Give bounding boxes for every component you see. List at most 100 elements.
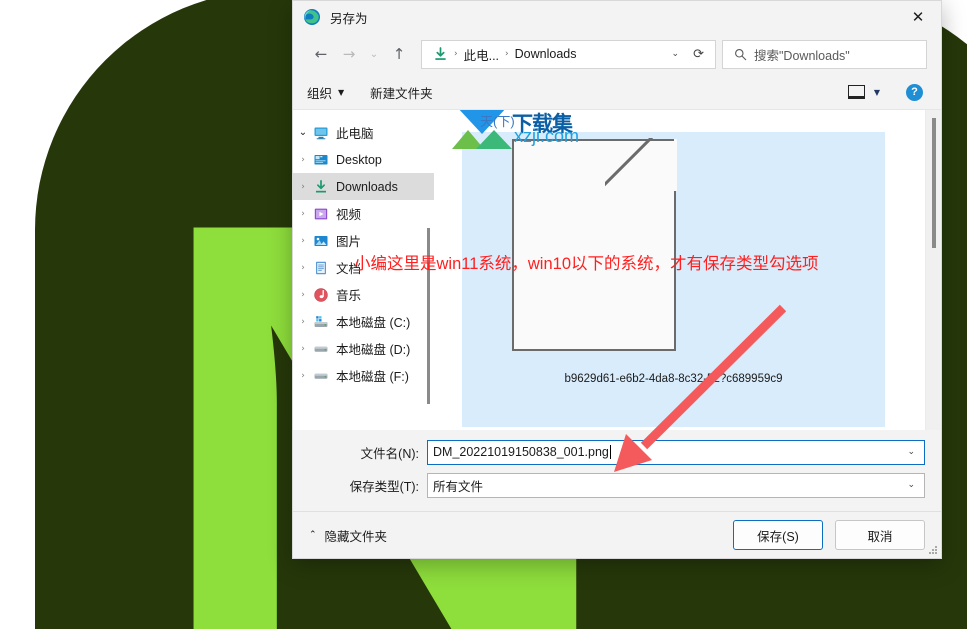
chevron-down-icon[interactable]: ⌄ — [898, 480, 924, 490]
save-button[interactable]: 保存(S) — [733, 520, 823, 550]
chevron-down-icon[interactable]: ⌄ — [663, 49, 689, 59]
close-icon[interactable]: ✕ — [895, 1, 941, 33]
chevron-right-icon[interactable]: › — [293, 182, 313, 192]
filename-value: DM_20221019150838_001.png — [433, 445, 611, 459]
tree-item-desktop[interactable]: › Desktop — [293, 146, 434, 173]
save-as-dialog: 另存为 ✕ ← → ⌄ ↑ › 此电... › Downloads ⌄ ⟳ 搜索… — [292, 0, 942, 559]
cancel-button[interactable]: 取消 — [835, 520, 925, 550]
tree-item-drive-c[interactable]: › 本地磁盘 (C:) — [293, 308, 434, 335]
dialog-title: 另存为 — [330, 11, 368, 26]
back-icon[interactable]: ← — [307, 40, 335, 68]
search-placeholder: 搜索"Downloads" — [754, 48, 850, 63]
watermark-prefix: 天(下) — [480, 114, 515, 129]
dialog-navbar: ← → ⌄ ↑ › 此电... › Downloads ⌄ ⟳ 搜索"Downl… — [293, 33, 941, 75]
tree-item-label: 本地磁盘 (F:) — [336, 370, 409, 384]
downloads-icon — [313, 179, 329, 195]
chevron-down-icon[interactable]: ▼ — [874, 88, 880, 97]
tree-item-label: 本地磁盘 (C:) — [336, 316, 411, 330]
file-name-label: b9629d61-e6b2-4da8-8c32-52?c689959c9 — [564, 373, 783, 385]
filename-label: 文件名(N): — [360, 446, 419, 461]
dialog-titlebar: 另存为 ✕ — [293, 1, 941, 33]
computer-icon — [313, 125, 329, 141]
resize-grip[interactable] — [929, 546, 938, 555]
recent-locations-icon[interactable]: ⌄ — [363, 40, 385, 68]
view-mode-icon[interactable] — [847, 85, 865, 99]
filetype-row: 保存类型(T): 所有文件 ⌄ — [293, 472, 941, 498]
organize-label: 组织 — [307, 86, 333, 101]
tree-item-label: 文档 — [336, 262, 362, 276]
generic-file-icon[interactable] — [512, 138, 677, 351]
desktop-icon — [313, 152, 329, 168]
chevron-right-icon[interactable]: › — [293, 371, 313, 381]
file-list-scrollbar-thumb[interactable] — [932, 118, 936, 248]
refresh-icon[interactable]: ⟳ — [688, 47, 709, 62]
chevron-up-icon: ⌃ — [309, 530, 317, 540]
pictures-icon — [313, 233, 329, 249]
search-icon — [734, 48, 747, 61]
new-folder-label: 新建文件夹 — [370, 86, 433, 101]
drive-icon — [313, 368, 329, 384]
dialog-commandbar: 组织 ▼ 新建文件夹 ▼ ? — [293, 75, 941, 109]
tree-item-drive-f[interactable]: › 本地磁盘 (F:) — [293, 362, 434, 389]
tree-item-label: 视频 — [336, 208, 362, 222]
chevron-right-icon[interactable]: › — [293, 209, 313, 219]
tree-item-drive-d[interactable]: › 本地磁盘 (D:) — [293, 335, 434, 362]
music-icon — [313, 287, 329, 303]
drive-icon — [313, 341, 329, 357]
documents-icon — [313, 260, 329, 276]
tree-item-label: 音乐 — [336, 289, 362, 303]
text-caret — [609, 445, 611, 459]
tree-item-downloads[interactable]: › Downloads — [293, 173, 434, 200]
tree-item-label: 本地磁盘 (D:) — [336, 343, 411, 357]
filetype-select[interactable]: 所有文件 ⌄ — [427, 472, 925, 498]
tree-item-documents[interactable]: › 文档 — [293, 254, 434, 281]
system-drive-icon — [313, 314, 329, 330]
dialog-content: ⌄ 此电脑 › Desktop › Downloads › 视频 › 图片 › … — [293, 109, 941, 430]
breadcrumb-item-downloads[interactable]: Downloads — [511, 47, 581, 61]
tree-item-label: 图片 — [336, 235, 362, 249]
new-folder-button[interactable]: 新建文件夹 — [370, 83, 433, 102]
help-icon[interactable]: ? — [906, 83, 923, 101]
watermark-logo: 天(下) 下载集 xzji.com — [450, 110, 720, 154]
chevron-down-icon: ▼ — [338, 87, 345, 97]
hide-folders-button[interactable]: ⌃ 隐藏文件夹 — [309, 526, 387, 545]
filename-row: 文件名(N): DM_20221019150838_001.png ⌄ — [293, 439, 941, 465]
chevron-down-icon[interactable]: ⌄ — [898, 447, 924, 457]
dialog-footer: ⌃ 隐藏文件夹 保存(S) 取消 — [293, 511, 941, 558]
search-box[interactable]: 搜索"Downloads" — [722, 39, 927, 69]
organize-button[interactable]: 组织 ▼ — [307, 83, 344, 102]
chevron-right-icon[interactable]: › — [293, 236, 313, 246]
address-bar[interactable]: › 此电... › Downloads ⌄ ⟳ — [421, 39, 716, 69]
dialog-form: 文件名(N): DM_20221019150838_001.png ⌄ 保存类型… — [293, 430, 941, 511]
tree-item-this-pc[interactable]: ⌄ 此电脑 — [293, 119, 434, 146]
edge-browser-icon — [303, 8, 321, 26]
videos-icon — [313, 206, 329, 222]
up-icon[interactable]: ↑ — [385, 40, 413, 68]
chevron-right-icon[interactable]: › — [293, 317, 313, 327]
tree-item-pictures[interactable]: › 图片 — [293, 227, 434, 254]
filetype-label: 保存类型(T): — [349, 479, 419, 494]
tree-item-music[interactable]: › 音乐 — [293, 281, 434, 308]
watermark-line2: xzji.com — [514, 126, 580, 146]
tree-item-label: Downloads — [336, 179, 398, 194]
tree-item-videos[interactable]: › 视频 — [293, 200, 434, 227]
tree-item-label: 此电脑 — [336, 127, 374, 141]
downloads-green-icon — [432, 46, 449, 63]
tree-item-label: Desktop — [336, 152, 382, 167]
hide-folders-label: 隐藏文件夹 — [324, 529, 388, 544]
chevron-right-icon[interactable]: › — [293, 155, 313, 165]
chevron-right-icon[interactable]: › — [293, 263, 313, 273]
filename-input[interactable]: DM_20221019150838_001.png ⌄ — [427, 439, 925, 465]
file-list[interactable]: b9629d61-e6b2-4da8-8c32-52?c689959c9 天(下… — [434, 110, 941, 430]
chevron-right-icon[interactable]: › — [293, 344, 313, 354]
breadcrumb-separator: › — [454, 49, 458, 59]
navigation-tree[interactable]: ⌄ 此电脑 › Desktop › Downloads › 视频 › 图片 › … — [293, 110, 434, 430]
chevron-down-icon[interactable]: ⌄ — [293, 127, 313, 138]
filetype-value: 所有文件 — [433, 479, 484, 494]
forward-icon[interactable]: → — [335, 40, 363, 68]
breadcrumb-item-computer[interactable]: 此电... — [460, 45, 503, 64]
watermark-triangle-right-icon — [476, 130, 512, 149]
chevron-right-icon[interactable]: › — [293, 290, 313, 300]
breadcrumb-separator: › — [505, 49, 509, 59]
tree-scrollbar[interactable] — [427, 228, 430, 404]
